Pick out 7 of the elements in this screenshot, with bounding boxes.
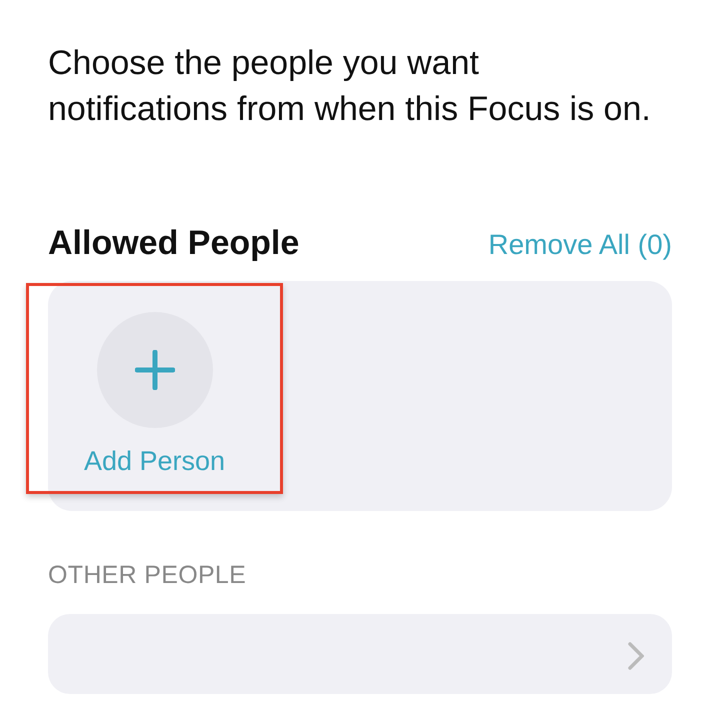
section-header: OTHER PEOPLE — [48, 561, 248, 590]
chevron-icon — [628, 642, 644, 670]
add-person-button[interactable]: Add Person — [26, 283, 283, 494]
description-text: Choose the people you want notifications from when this Focus is on. — [48, 43, 652, 130]
list-row[interactable] — [48, 614, 672, 694]
section-title: Allowed People — [48, 224, 300, 263]
remove-all-button[interactable]: Remove All (0) — [488, 229, 672, 261]
